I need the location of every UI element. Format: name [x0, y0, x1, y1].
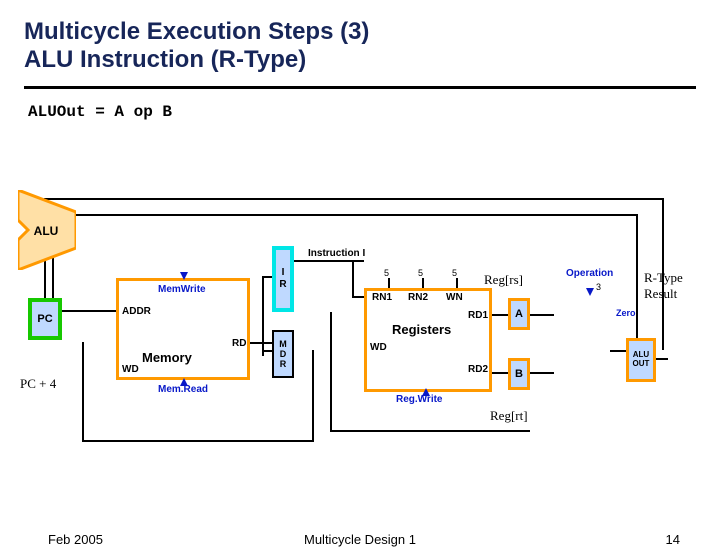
memory-title: Memory [142, 350, 192, 365]
instruction-label: Instruction I [308, 248, 365, 259]
wd-port-reg: WD [370, 342, 387, 353]
width-3: 3 [596, 282, 601, 292]
register-file [364, 288, 492, 392]
rtype-result-annotation: R-Type Result [644, 270, 683, 302]
width-5-b: 5 [418, 268, 423, 278]
title-line-1: Multicycle Execution Steps (3) [24, 18, 696, 46]
svg-text:ALU: ALU [34, 224, 59, 238]
zero-label: Zero [616, 308, 636, 318]
registers-title: Registers [392, 322, 451, 337]
title-line-2: ALU Instruction (R-Type) [24, 46, 696, 74]
alu-block: ALU [18, 190, 76, 270]
pc-plus-4-annotation: PC + 4 [20, 376, 56, 392]
reg-rt-annotation: Reg[rt] [490, 408, 528, 424]
rd-port-mem: RD [232, 338, 246, 349]
mdr-register: M D R [272, 330, 294, 378]
addr-port: ADDR [122, 306, 151, 317]
operation-signal: Operation [566, 268, 613, 279]
rd1-port: RD1 [468, 310, 488, 321]
rn2-port: RN2 [408, 292, 428, 303]
wn-port: WN [446, 292, 463, 303]
regwrite-signal: Reg.Write [396, 394, 443, 405]
ir-register: I R [272, 246, 294, 312]
width-5-c: 5 [452, 268, 457, 278]
pc-register: PC [28, 298, 62, 340]
rn1-port: RN1 [372, 292, 392, 303]
memwrite-signal: MemWrite [158, 284, 206, 295]
aluout-register: ALU OUT [626, 338, 656, 382]
rd2-port: RD2 [468, 364, 488, 375]
reg-rs-annotation: Reg[rs] [484, 272, 523, 288]
width-5-a: 5 [384, 268, 389, 278]
a-latch: A [508, 298, 530, 330]
datapath-diagram: PC Memory ADDR RD WD MemWrite Mem.Read I… [18, 190, 702, 470]
b-latch: B [508, 358, 530, 390]
wd-port-mem: WD [122, 364, 139, 375]
alu-equation: ALUOut = A op B [0, 89, 720, 121]
